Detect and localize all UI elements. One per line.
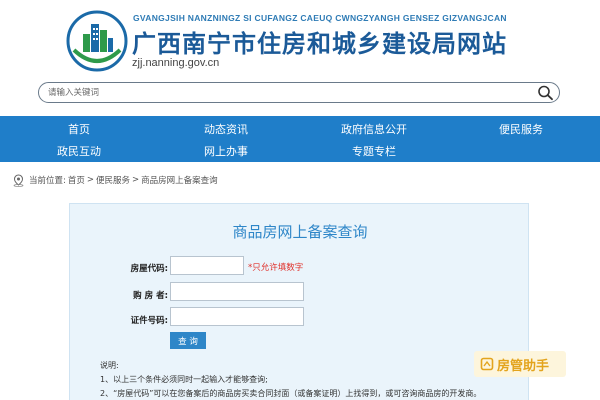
- breadcrumb: 当前位置: 首页 > 便民服务 > 商品房网上备案查询: [12, 173, 220, 187]
- id-number-input[interactable]: [170, 307, 304, 326]
- instruction-item: 1、以上三个条件必须同时一起输入才能够查询;: [100, 375, 268, 384]
- search-bar: [38, 82, 560, 103]
- breadcrumb-prefix: 当前位置:: [29, 176, 66, 186]
- house-code-hint: *只允许填数字: [248, 263, 304, 273]
- query-panel: 商品房网上备案查询 房屋代码: *只允许填数字 购 房 者: 证件号码: 查 询…: [69, 203, 529, 400]
- watermark: 房管助手: [474, 351, 566, 377]
- watermark-text: 房管助手: [497, 358, 550, 374]
- nav-item-interaction[interactable]: 政民互动: [57, 143, 101, 159]
- breadcrumb-separator: >: [86, 175, 95, 185]
- search-input[interactable]: [48, 85, 528, 100]
- site-url: zjj.nanning.gov.cn: [132, 57, 220, 69]
- house-manager-icon: [480, 357, 494, 371]
- breadcrumb-home[interactable]: 首页: [68, 174, 85, 186]
- nav-item-gov-info[interactable]: 政府信息公开: [341, 121, 407, 137]
- search-icon[interactable]: [536, 84, 554, 101]
- breadcrumb-current[interactable]: 商品房网上备案查询: [141, 174, 218, 186]
- breadcrumb-separator: >: [132, 175, 140, 185]
- instructions: 说明: 1、以上三个条件必须同时一起输入才能够查询; 2、“房屋代码”可以在您备…: [100, 359, 520, 400]
- breadcrumb-services[interactable]: 便民服务: [96, 174, 130, 186]
- location-pin-icon: [13, 173, 24, 187]
- page-title: 商品房网上备案查询: [232, 223, 368, 241]
- instruction-item: 2、“房屋代码”可以在您备案后的商品房买卖合同封面（或备案证明）上找得到，或可咨…: [100, 389, 482, 398]
- main-nav: 首页 动态资讯 政府信息公开 便民服务 政民互动 网上办事 专题专栏: [0, 116, 600, 162]
- nav-item-topics[interactable]: 专题专栏: [352, 143, 396, 159]
- house-code-label: 房屋代码:: [130, 264, 168, 274]
- buyer-input[interactable]: [170, 282, 304, 301]
- id-number-label: 证件号码:: [130, 316, 168, 326]
- site-header: GVANGJSIH NANZNINGZ SI CUFANGZ CAEUQ CWN…: [0, 0, 600, 80]
- nav-item-online-services[interactable]: 网上办事: [204, 143, 248, 159]
- instructions-heading: 说明:: [100, 361, 119, 370]
- query-button[interactable]: 查 询: [170, 332, 206, 349]
- site-title[interactable]: 广西南宁市住房和城乡建设局网站: [132, 24, 507, 59]
- house-code-input[interactable]: [170, 256, 244, 275]
- nav-item-services[interactable]: 便民服务: [499, 121, 543, 137]
- nav-item-home[interactable]: 首页: [68, 121, 90, 137]
- buyer-label: 购 房 者:: [133, 291, 168, 301]
- city-buildings-logo[interactable]: [66, 10, 128, 72]
- site-tagline: GVANGJSIH NANZNINGZ SI CUFANGZ CAEUQ CWN…: [133, 13, 507, 23]
- nav-item-news[interactable]: 动态资讯: [204, 121, 248, 137]
